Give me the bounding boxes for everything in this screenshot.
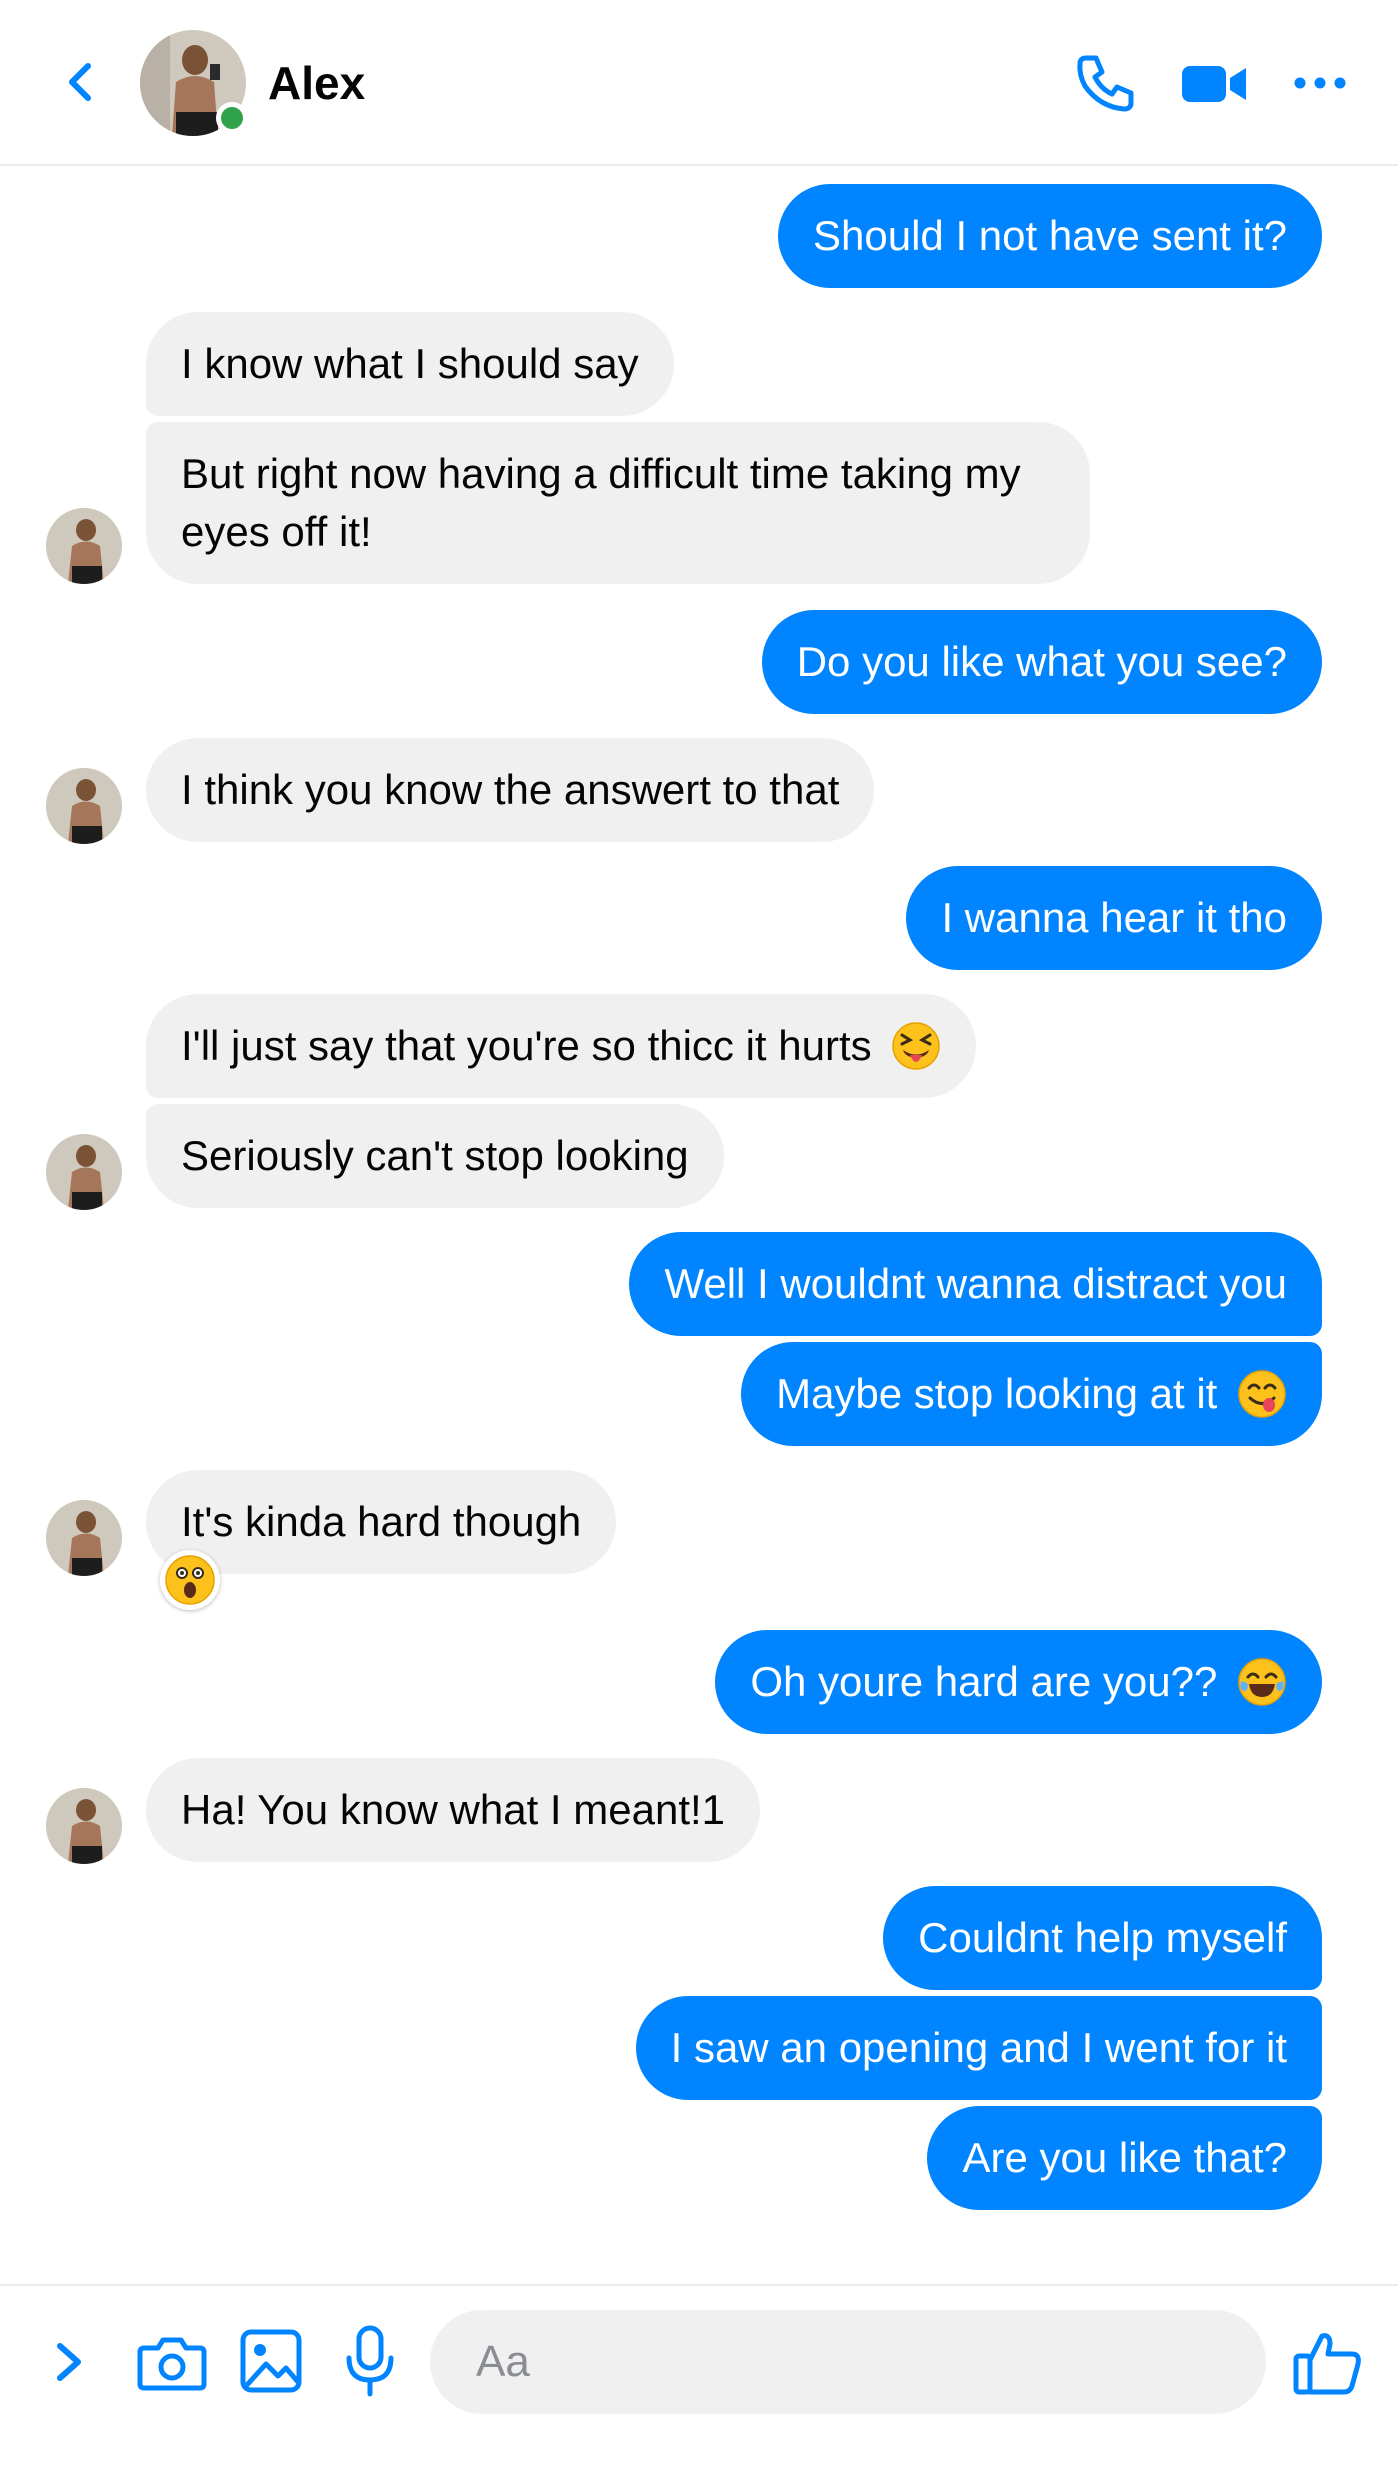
video-call-button[interactable] [1180, 50, 1250, 116]
astonished-face-emoji [165, 1555, 215, 1605]
phone-icon [1077, 55, 1134, 112]
chat-header: Alex [0, 0, 1398, 166]
back-button[interactable] [52, 52, 112, 112]
yum-face-emoji [1238, 1370, 1286, 1418]
contact-avatar-small[interactable] [46, 508, 122, 584]
chevron-right-icon [57, 2343, 81, 2381]
incoming-message[interactable]: I'll just say that you're so thicc it hu… [146, 994, 977, 1098]
outgoing-message[interactable]: Are you like that? [927, 2106, 1322, 2210]
contact-avatar-small[interactable] [46, 1134, 122, 1210]
incoming-message[interactable]: Ha! You know what I meant!1 [146, 1758, 761, 1862]
voice-message-button[interactable] [342, 2324, 398, 2398]
expand-actions-button[interactable] [46, 2332, 96, 2392]
incoming-message[interactable]: Seriously can't stop looking [146, 1104, 724, 1208]
contact-avatar-small[interactable] [46, 1500, 122, 1576]
microphone-icon [346, 2325, 394, 2397]
thumbs-up-icon [1293, 2333, 1361, 2395]
tears-of-joy-emoji [1238, 1658, 1286, 1706]
contact-avatar-small[interactable] [46, 768, 122, 844]
squinting-tongue-emoji [892, 1022, 941, 1070]
contact-avatar[interactable] [140, 30, 248, 136]
more-dots-icon [1294, 77, 1346, 89]
message-input[interactable] [430, 2310, 1266, 2414]
outgoing-message[interactable]: Oh youre hard are you?? [715, 1630, 1322, 1734]
image-icon [240, 2329, 302, 2393]
outgoing-message[interactable]: Do you like what you see? [761, 610, 1322, 714]
online-status-dot [216, 102, 248, 134]
message-thread: Should I not have sent it? I know what I… [0, 166, 1398, 2284]
video-camera-icon [1182, 66, 1246, 102]
message-reaction[interactable] [160, 1550, 220, 1610]
outgoing-message[interactable]: Should I not have sent it? [778, 184, 1322, 288]
outgoing-message[interactable]: Maybe stop looking at it [741, 1342, 1322, 1446]
message-composer [0, 2284, 1398, 2486]
camera-button[interactable] [136, 2330, 208, 2394]
outgoing-message[interactable]: I wanna hear it tho [906, 866, 1322, 970]
camera-icon [137, 2337, 207, 2391]
gallery-button[interactable] [238, 2326, 304, 2396]
contact-name[interactable]: Alex [268, 56, 365, 110]
incoming-message[interactable]: I know what I should say [146, 312, 674, 416]
chevron-left-icon [69, 63, 91, 101]
incoming-message[interactable]: I think you know the answert to that [146, 738, 875, 842]
outgoing-message[interactable]: Well I wouldnt wanna distract you [629, 1232, 1322, 1336]
voice-call-button[interactable] [1072, 50, 1138, 116]
outgoing-message[interactable]: I saw an opening and I went for it [635, 1996, 1322, 2100]
more-options-button[interactable] [1290, 50, 1350, 116]
incoming-message[interactable]: But right now having a difficult time ta… [146, 422, 1090, 584]
contact-avatar-small[interactable] [46, 1788, 122, 1864]
outgoing-message[interactable]: Couldnt help myself [883, 1886, 1322, 1990]
like-button[interactable] [1292, 2326, 1364, 2398]
